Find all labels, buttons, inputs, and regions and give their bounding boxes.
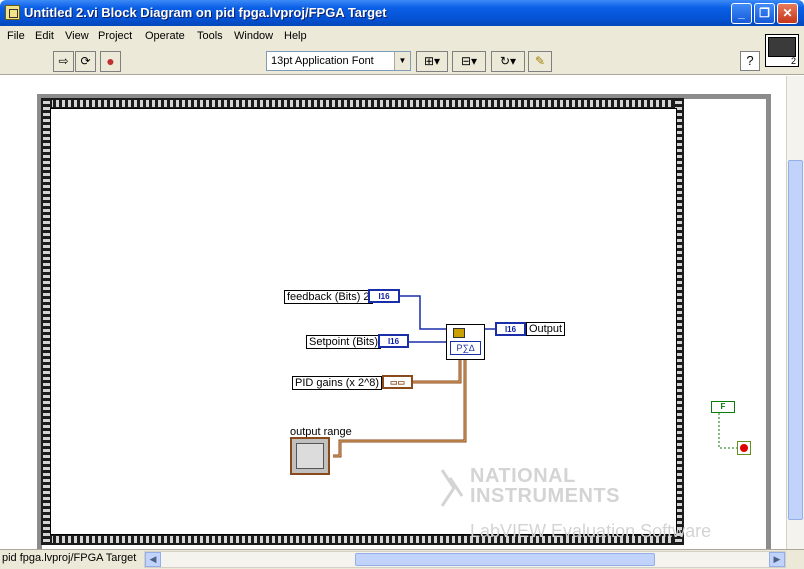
setpoint-terminal[interactable]: I16	[378, 334, 409, 348]
font-select-value: 13pt Application Font	[271, 55, 374, 67]
vertical-scrollbar[interactable]	[786, 76, 804, 549]
pid-subvi[interactable]: P∑∆	[446, 324, 485, 360]
watermark-brand: NATIONAL INSTRUMENTS	[470, 466, 620, 506]
maximize-button[interactable]: ❐	[754, 3, 775, 24]
false-constant[interactable]: F	[711, 401, 735, 413]
pid-glyph: P∑∆	[450, 341, 481, 355]
font-select[interactable]: 13pt Application Font ▼	[266, 51, 411, 71]
menu-help[interactable]: Help	[284, 30, 307, 42]
horizontal-scrollbar[interactable]: ◀ ▶	[144, 551, 786, 568]
fpga-chip-icon	[453, 328, 465, 338]
ni-logo-icon	[440, 469, 464, 507]
minimize-button[interactable]: _	[731, 3, 752, 24]
close-button[interactable]: ✕	[777, 3, 798, 24]
output-terminal[interactable]: I16	[495, 322, 526, 336]
run-button[interactable]: ⇨	[53, 51, 74, 72]
window-title: Untitled 2.vi Block Diagram on pid fpga.…	[24, 5, 387, 20]
project-path: pid fpga.lvproj/FPGA Target	[2, 552, 137, 564]
output-range-terminal[interactable]	[290, 437, 330, 475]
setpoint-label: Setpoint (Bits)	[306, 335, 382, 349]
run-arrow-icon: ⇨	[58, 54, 69, 68]
vi-icon[interactable]: 2	[765, 34, 799, 67]
watermark-instruments: INSTRUMENTS	[470, 485, 620, 507]
reorder-button[interactable]: ↻▾	[491, 51, 525, 72]
vi-icon-number: 2	[790, 56, 796, 66]
reorder-icon: ↻▾	[499, 54, 517, 68]
title-bar[interactable]: Untitled 2.vi Block Diagram on pid fpga.…	[0, 0, 804, 26]
scroll-left-icon[interactable]: ◀	[145, 552, 161, 567]
menu-tools[interactable]: Tools	[197, 30, 223, 42]
stop-terminal[interactable]	[737, 441, 751, 455]
watermark-evaluation: LabVIEW Evaluation Software	[470, 521, 712, 541]
block-diagram[interactable]: feedback (Bits) 2 I16 Setpoint (Bits) I1…	[0, 76, 786, 549]
distribute-icon: ⊟▾	[460, 54, 478, 68]
menu-edit[interactable]: Edit	[35, 30, 54, 42]
scroll-right-icon[interactable]: ▶	[769, 552, 785, 567]
horizontal-scroll-thumb[interactable]	[355, 553, 655, 566]
menu-project[interactable]: Project	[98, 30, 132, 42]
watermark-national: NATIONAL	[470, 465, 576, 487]
menu-file[interactable]: File	[7, 30, 25, 42]
cluster-icon	[296, 443, 324, 469]
cleanup-icon: ✎	[534, 54, 546, 68]
menu-bar: File Edit View Project Operate Tools Win…	[0, 26, 804, 48]
align-objects-button[interactable]: ⊞▾	[416, 51, 448, 72]
run-continuously-button[interactable]: ⟳	[75, 51, 96, 72]
wires	[333, 295, 737, 458]
distribute-objects-button[interactable]: ⊟▾	[452, 51, 486, 72]
vertical-scroll-thumb[interactable]	[788, 160, 803, 520]
pid-gains-terminal[interactable]: ▭▭	[382, 375, 413, 389]
menu-view[interactable]: View	[65, 30, 89, 42]
run-continuously-icon: ⟳	[80, 54, 91, 68]
vi-window-icon	[5, 5, 20, 20]
chevron-down-icon: ▼	[394, 52, 410, 70]
align-icon: ⊞▾	[423, 54, 441, 68]
stop-sign-icon: ●	[106, 53, 115, 69]
vi-icon-graphic	[768, 37, 796, 57]
feedback-label: feedback (Bits) 2	[284, 290, 373, 304]
context-help-button[interactable]: ?	[740, 51, 760, 71]
cleanup-diagram-button[interactable]: ✎	[528, 51, 552, 72]
output-label: Output	[526, 322, 566, 336]
menu-window[interactable]: Window	[234, 30, 273, 42]
feedback-terminal[interactable]: I16	[368, 289, 400, 303]
menu-operate[interactable]: Operate	[145, 30, 185, 42]
pid-gains-label: PID gains (x 2^8)	[292, 376, 383, 390]
abort-button[interactable]: ●	[100, 51, 121, 72]
